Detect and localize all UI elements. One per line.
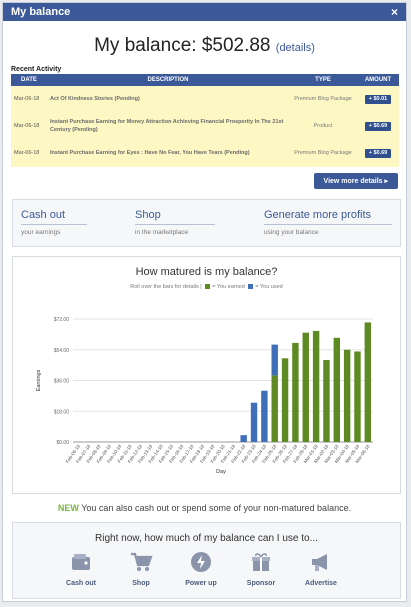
row-type: Premium Blog Package [289,140,357,167]
row-description: Act Of Kindness Stories (Pending) [47,86,289,113]
bar-earned [354,351,361,442]
balance-heading: My balance: $502.88 (details) [3,35,406,57]
bar-earned [292,342,299,442]
cart-icon [131,552,153,571]
y-axis-label: Earnings [36,369,42,391]
bar-chart: $0.00 $18.00 $36.00 $54.00 $72.00 Earnings Day… [36,317,373,475]
x-axis-label: Day [216,469,226,475]
use-sponsor-label: Sponsor [246,580,276,587]
balance-window: My balance × My balance: $502.88 (detail… [2,2,407,602]
generate-link-group[interactable]: Generate more profits using your balance [264,209,392,236]
row-type: Product [289,113,357,140]
use-sponsor[interactable]: Sponsor [231,551,291,587]
gift-icon [252,553,270,571]
shop-link[interactable]: Shop [135,209,215,225]
megaphone-icon [312,554,327,571]
table-row: Mar-06-18 Act Of Kindness Stories (Pendi… [11,86,399,113]
activity-table: DATE DESCRIPTION TYPE AMOUNT Mar-06-18 A… [11,74,399,167]
use-cash-out[interactable]: Cash out [51,551,111,587]
y-tick-label: $18.00 [54,409,70,415]
col-description: DESCRIPTION [47,74,289,86]
bar-used [261,390,268,442]
use-power-up[interactable]: Power up [171,551,231,587]
bar-earned [323,360,330,442]
y-tick-label: $0.00 [56,440,69,446]
use-cash-out-label: Cash out [66,580,96,587]
details-link[interactable]: (details) [276,42,315,54]
non-matured-note: NEW You can also cash out or spend some … [3,503,406,513]
use-advertise-label: Advertise [305,580,337,587]
bar-used [240,435,247,442]
bar-earned [333,337,340,442]
bar-earned [312,330,320,442]
col-date: DATE [11,74,47,86]
use-power-up-label: Power up [185,580,217,587]
maturity-chart-box: How matured is my balance? Roll over the… [12,256,401,494]
use-shop[interactable]: Shop [111,551,171,587]
bar-earned [364,322,372,442]
shop-sub: in the marketplace [135,229,189,236]
table-row: Mar-06-18 Instant Purchase Earning for E… [11,140,399,167]
generate-profits-link[interactable]: Generate more profits [264,209,392,225]
cash-out-link[interactable]: Cash out [21,209,87,225]
y-tick-label: $54.00 [54,348,70,354]
amount-badge[interactable]: + $0.69 [364,148,392,159]
note-text: You can also cash out or spend some of y… [78,503,352,513]
y-tick-label: $36.00 [54,379,70,385]
row-description: Instant Purchase Earning for Eyes : Have… [47,140,289,167]
col-amount: AMOUNT [357,74,399,86]
window-title: My balance [11,6,71,18]
row-date: Mar-06-18 [11,86,47,113]
row-type: Premium Blog Package [289,86,357,113]
bolt-icon [191,552,211,572]
row-description: Instant Purchase Earning for Money Attra… [47,113,289,140]
row-date: Mar-06-18 [11,140,47,167]
amount-badge[interactable]: + $0.01 [364,94,392,105]
col-type: TYPE [289,74,357,86]
y-tick-label: $72.00 [54,317,70,323]
bar-earned [302,332,309,442]
bar-used [250,402,258,442]
use-advertise[interactable]: Advertise [291,551,351,587]
use-shop-label: Shop [132,580,150,587]
view-more-details-button[interactable]: View more details ▸ [313,173,398,189]
use-balance-title: Right now, how much of my balance can I … [95,533,318,544]
close-icon[interactable]: × [391,3,398,21]
action-links-box: Cash out your earnings Shop in the marke… [12,199,401,247]
recent-activity-label: Recent Activity [11,66,62,73]
balance-amount: My balance: $502.88 [94,35,271,56]
bar-earned [343,349,351,442]
cash-out-sub: your earnings [21,229,61,236]
title-bar: My balance × [3,3,406,21]
bar-earned [271,375,278,442]
shop-link-group[interactable]: Shop in the marketplace [135,209,215,236]
generate-sub: using your balance [264,229,319,236]
row-date: Mar-06-18 [11,113,47,140]
use-balance-box: Right now, how much of my balance can I … [12,522,401,599]
bar-used [271,344,278,376]
wallet-icon [72,554,90,570]
amount-badge[interactable]: + $0.69 [364,121,392,132]
bar-earned [281,358,289,442]
cash-out-link-group[interactable]: Cash out your earnings [21,209,87,236]
new-badge: NEW [57,503,79,513]
table-row: Mar-06-18 Instant Purchase Earning for M… [11,113,399,140]
